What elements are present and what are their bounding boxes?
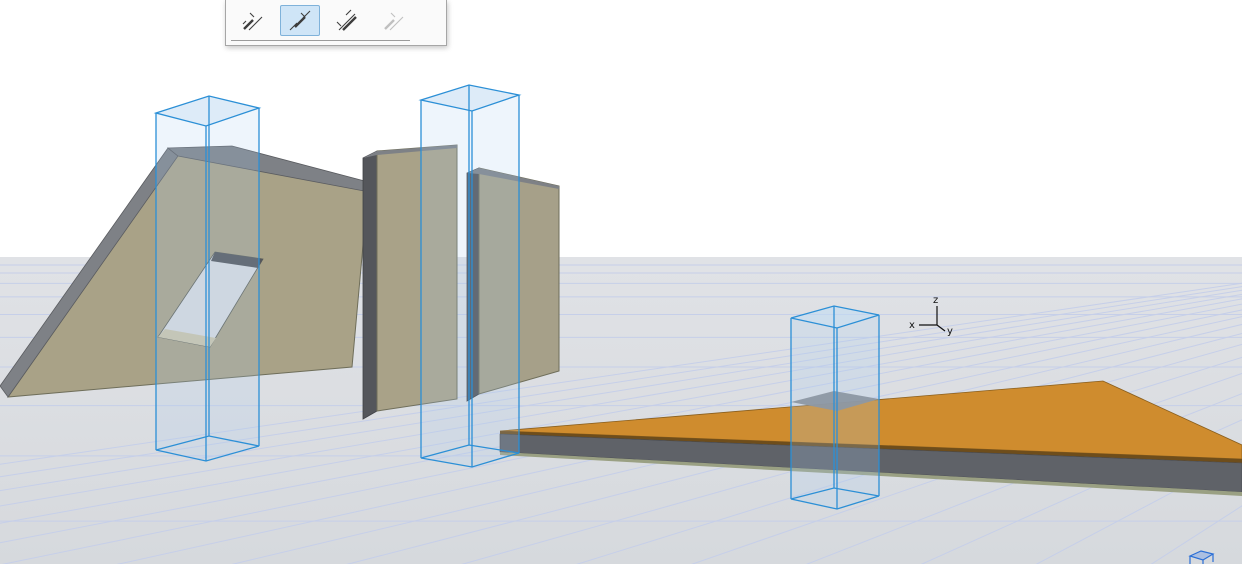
axis-z-label: z — [933, 295, 938, 306]
3d-viewport[interactable]: z x y — [0, 0, 1242, 564]
palette-button-2[interactable] — [280, 5, 320, 36]
pet-palette — [225, 0, 447, 46]
axis-y-label: y — [947, 326, 953, 337]
wall-intersection-skip-icon — [240, 8, 266, 34]
palette-button-4[interactable] — [374, 5, 414, 36]
selection-box-small[interactable] — [790, 305, 880, 510]
selection-box-left[interactable] — [153, 95, 262, 462]
wall-intersection-trim-icon — [381, 8, 407, 34]
viewport-window: z x y — [0, 0, 1242, 564]
wall-intersection-merge-icon — [334, 8, 360, 34]
selection-box-middle[interactable] — [418, 84, 522, 468]
axis-x-label: x — [909, 320, 915, 331]
palette-button-1[interactable] — [233, 5, 273, 36]
wall-intersection-join-icon — [287, 8, 313, 34]
palette-button-3[interactable] — [327, 5, 367, 36]
